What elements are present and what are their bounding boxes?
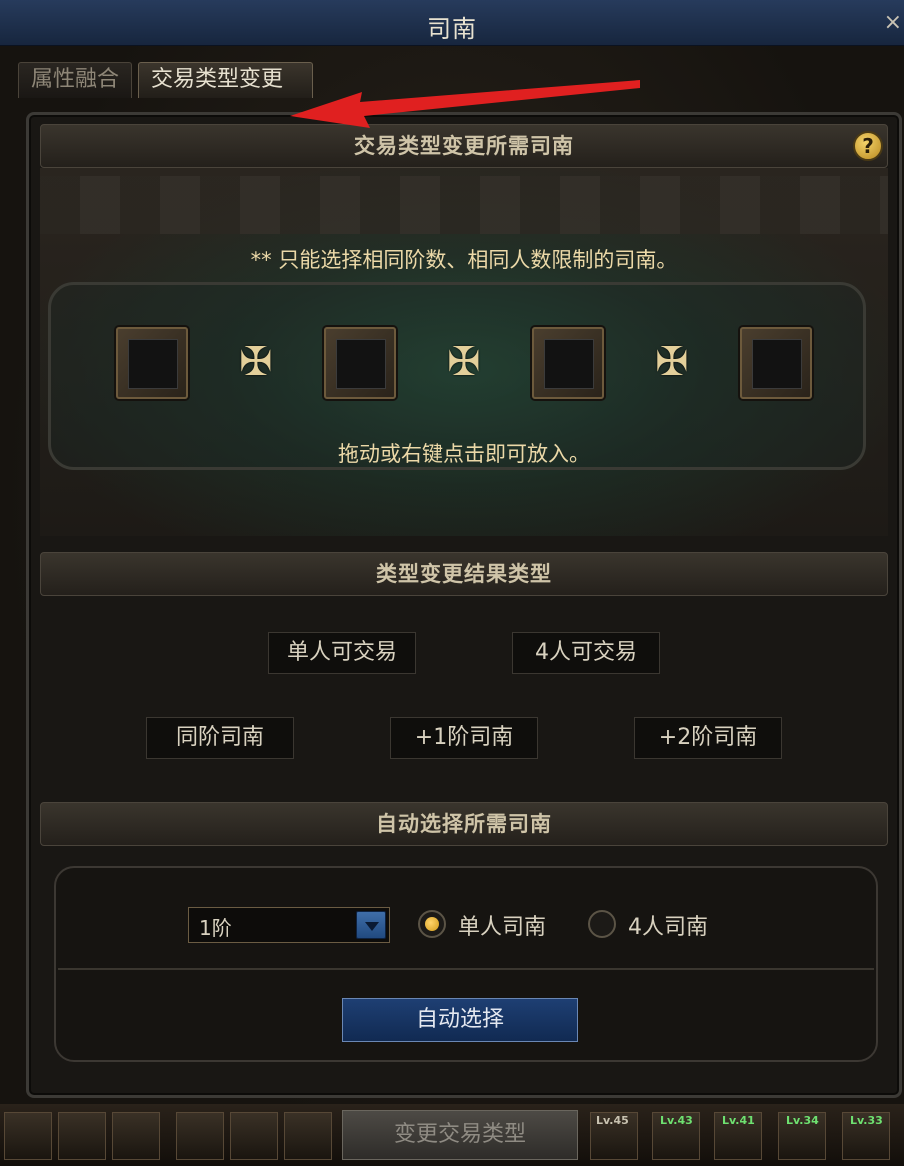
tab-trade-type-change[interactable]: 交易类型变更	[138, 62, 313, 98]
level-badge: Lv.43	[660, 1114, 693, 1127]
radio-single-compass[interactable]	[418, 910, 446, 938]
compass-slot-2[interactable]	[324, 327, 396, 399]
level-badge: Lv.45	[596, 1114, 629, 1127]
ornament-band	[40, 176, 888, 234]
window-title: 司南	[427, 15, 477, 43]
radio-single-label: 单人司南	[458, 915, 547, 940]
close-icon[interactable]: ×	[884, 10, 902, 35]
dropdown-value: 1阶	[199, 916, 232, 940]
radio-four-label: 4人司南	[628, 915, 708, 940]
compass-slot-4[interactable]	[740, 327, 812, 399]
drag-hint: 拖动或右键点击即可放入。	[338, 442, 590, 466]
radio-four-compass[interactable]	[588, 910, 616, 938]
plus-icon: ✠	[655, 339, 689, 385]
plus-icon: ✠	[447, 339, 481, 385]
four-tradable-button[interactable]: 4人可交易	[512, 632, 660, 674]
help-icon[interactable]: ?	[853, 131, 883, 161]
chevron-down-icon[interactable]	[356, 911, 386, 939]
inventory-slot[interactable]	[4, 1112, 52, 1160]
level-badge: Lv.34	[786, 1114, 819, 1127]
grade-dropdown[interactable]: 1阶	[188, 907, 390, 943]
single-tradable-button[interactable]: 单人可交易	[268, 632, 416, 674]
auto-select-button[interactable]: 自动选择	[342, 998, 578, 1042]
window-titlebar: 司南 ×	[0, 0, 904, 46]
compass-slot-1[interactable]	[116, 327, 188, 399]
level-badge: Lv.41	[722, 1114, 755, 1127]
compass-slot-3[interactable]	[532, 327, 604, 399]
level-badge: Lv.33	[850, 1114, 883, 1127]
divider	[58, 968, 874, 970]
inventory-slot[interactable]	[284, 1112, 332, 1160]
same-grade-button[interactable]: 同阶司南	[146, 717, 294, 759]
plus-icon: ✠	[239, 339, 273, 385]
section-header-auto-select: 自动选择所需司南	[40, 802, 888, 846]
inventory-slot[interactable]	[176, 1112, 224, 1160]
plus1-grade-button[interactable]: +1阶司南	[390, 717, 538, 759]
selection-notice: ** 只能选择相同阶数、相同人数限制的司南。	[250, 248, 678, 272]
plus2-grade-button[interactable]: +2阶司南	[634, 717, 782, 759]
inventory-slot[interactable]	[112, 1112, 160, 1160]
inventory-slot[interactable]	[58, 1112, 106, 1160]
red-arrow-annotation	[290, 80, 640, 128]
change-trade-type-button[interactable]: 变更交易类型	[342, 1110, 578, 1160]
tab-attribute-fusion[interactable]: 属性融合	[18, 62, 132, 98]
section-header-result-type: 类型变更结果类型	[40, 552, 888, 596]
inventory-slot[interactable]	[230, 1112, 278, 1160]
